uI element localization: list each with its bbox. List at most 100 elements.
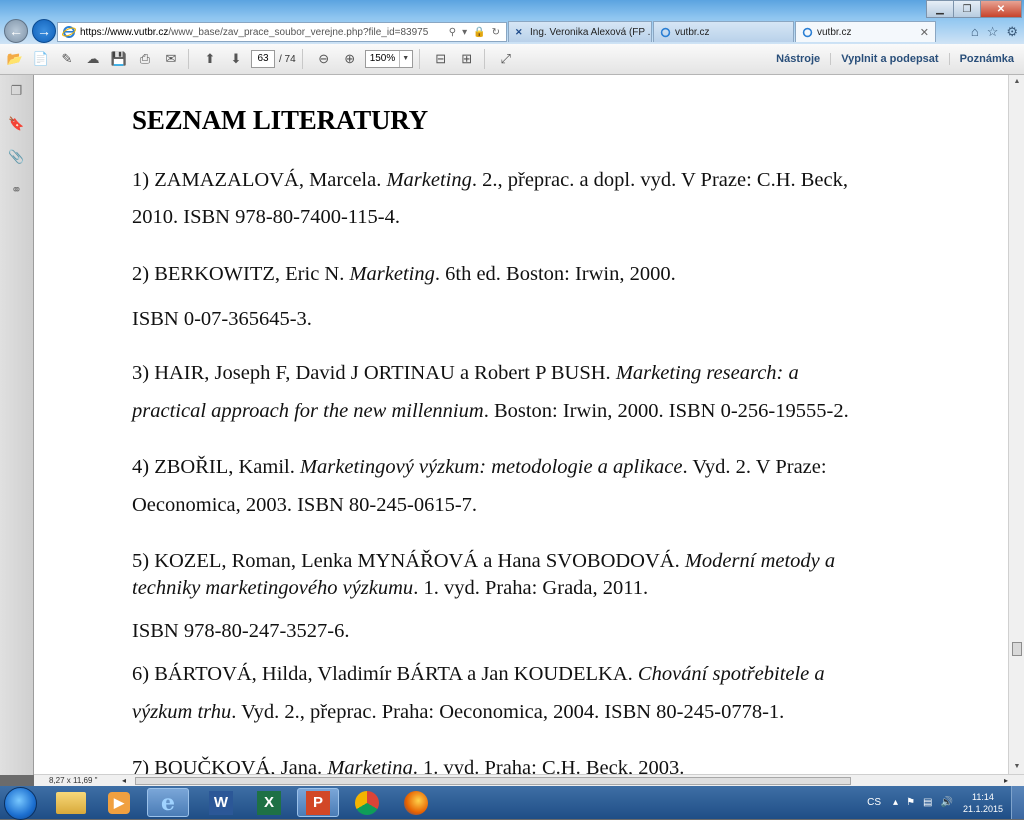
print-icon[interactable]: ⎙ — [134, 48, 156, 70]
vertical-scrollbar[interactable]: ▲ ▼ — [1008, 75, 1024, 774]
reference-title: Marketing — [327, 757, 413, 774]
edit-icon[interactable]: ✎ — [56, 48, 78, 70]
favorites-star-icon[interactable]: ☆ — [987, 24, 999, 40]
excel-taskbar-icon[interactable]: X — [248, 788, 290, 817]
address-bar[interactable]: https://www.vutbr.cz/www_base/zav_prace_… — [57, 22, 507, 42]
search-icon[interactable]: ⚲ — [449, 27, 456, 38]
language-indicator[interactable]: CS — [867, 797, 881, 808]
show-desktop-button[interactable] — [1011, 786, 1024, 819]
tools-button[interactable]: Nástroje — [766, 53, 830, 65]
reference-text: . Vyd. 2., přeprac. Praha: Oeconomica, 2… — [231, 701, 785, 723]
tab-veronika[interactable]: ✕ Ing. Veronika Alexová (FP ... — [508, 21, 652, 42]
page-title: SEZNAM LITERATURY — [132, 105, 428, 135]
dropdown-icon[interactable]: ▾ — [462, 27, 467, 38]
reference-line: 4) ZBOŘIL, Kamil. Marketingový výzkum: m… — [132, 456, 912, 479]
bookmark-icon[interactable]: 🔖 — [7, 114, 27, 134]
reference-line: Oeconomica, 2003. ISBN 80-245-0615-7. — [132, 494, 912, 517]
vertical-scroll-thumb[interactable] — [1012, 642, 1022, 656]
zoom-out-icon[interactable]: ⊖ — [313, 48, 335, 70]
lock-icon[interactable]: 🔒 — [473, 27, 485, 38]
gear-icon[interactable]: ⚙ — [1006, 24, 1018, 40]
chrome-taskbar-icon[interactable] — [346, 788, 388, 817]
save-icon[interactable]: 💾 — [108, 48, 130, 70]
tab-label: vutbr.cz — [817, 26, 852, 38]
comment-button[interactable]: Poznámka — [948, 53, 1024, 65]
show-hidden-icons-icon[interactable]: ▴ — [893, 797, 898, 808]
page-number-input[interactable]: 63 — [251, 50, 275, 68]
attachment-icon[interactable]: 📎 — [7, 147, 27, 167]
reference-title: Marketing — [386, 169, 472, 191]
reference-title: Marketing research: a — [615, 362, 799, 384]
next-page-icon[interactable]: ⬇ — [225, 48, 247, 70]
ie-icon — [62, 26, 76, 38]
reference-text: 2) BERKOWITZ, Eric N. — [132, 263, 350, 285]
ie-icon — [802, 27, 813, 37]
reference-text: 5) KOZEL, Roman, Lenka MYNÁŘOVÁ a Hana S… — [132, 550, 685, 572]
pdf-toolbar: 📂 📄 ✎ ☁ 💾 ⎙ ✉ ⬆ ⬇ 63 / 74 ⊖ ⊕ 150% ▼ ⊟ ⊞ … — [0, 44, 1024, 75]
firefox-taskbar-icon[interactable] — [395, 788, 437, 817]
reference-line: 5) KOZEL, Roman, Lenka MYNÁŘOVÁ a Hana S… — [132, 550, 912, 573]
reference-text: . Vyd. 2. V Praze: — [682, 456, 827, 478]
browser-chrome: ▁ ❐ ✕ ← → https://www.vutbr.cz/www_base/… — [0, 0, 1024, 44]
reference-text: . 1. vyd. Praha: C.H. Beck, 2003. — [412, 757, 685, 774]
reference-title: practical approach for the new millenniu… — [132, 400, 484, 422]
scroll-down-icon[interactable]: ▼ — [1009, 760, 1024, 774]
tab-vutbr-1[interactable]: vutbr.cz — [653, 21, 794, 42]
create-pdf-icon[interactable]: 📂 — [4, 48, 26, 70]
reference-text: 2010. ISBN 978-80-7400-115-4. — [132, 206, 401, 228]
fill-sign-button[interactable]: Vyplnit a podepsat — [830, 53, 948, 65]
reference-line: 3) HAIR, Joseph F, David J ORTINAU a Rob… — [132, 362, 912, 385]
address-url: https://www.vutbr.cz/www_base/zav_prace_… — [80, 26, 429, 38]
ie-icon — [660, 27, 671, 37]
reference-text: 4) ZBOŘIL, Kamil. — [132, 456, 300, 478]
reference-line: 7) BOUČKOVÁ, Jana. Marketing. 1. vyd. Pr… — [132, 757, 912, 774]
previous-page-icon[interactable]: ⬆ — [199, 48, 221, 70]
reference-text: 1) ZAMAZALOVÁ, Marcela. — [132, 169, 387, 191]
fullscreen-icon[interactable]: ⤢ — [495, 48, 517, 70]
zoom-select[interactable]: 150% ▼ — [364, 50, 413, 68]
chevron-down-icon: ▼ — [398, 51, 412, 67]
fit-width-icon[interactable]: ⊞ — [456, 48, 478, 70]
fit-page-icon[interactable]: ⊟ — [430, 48, 452, 70]
reference-title: Chování spotřebitele a — [637, 663, 825, 685]
word-taskbar-icon[interactable]: W — [200, 788, 242, 817]
network-icon[interactable]: ▤ — [923, 797, 932, 808]
reference-title: Moderní metody a — [684, 550, 836, 572]
tab-vutbr-2[interactable]: vutbr.cz ✕ — [795, 21, 936, 42]
reference-text: 7) BOUČKOVÁ, Jana. — [132, 757, 328, 774]
window-controls: ▁ ❐ ✕ — [926, 0, 1022, 18]
site-icon: ✕ — [515, 26, 523, 37]
restore-button[interactable]: ❐ — [953, 0, 981, 18]
ie-taskbar-icon[interactable]: e — [147, 788, 189, 817]
back-button[interactable]: ← — [4, 19, 28, 43]
binoculars-icon[interactable]: ⚭ — [7, 180, 27, 200]
powerpoint-taskbar-icon[interactable]: P — [297, 788, 339, 817]
clock[interactable]: 11:14 21.1.2015 — [963, 791, 1003, 815]
close-window-button[interactable]: ✕ — [980, 0, 1022, 18]
page-thumbnails-icon[interactable]: ❐ — [7, 81, 27, 101]
export-pdf-icon[interactable]: 📄 — [30, 48, 52, 70]
close-tab-icon[interactable]: ✕ — [920, 26, 929, 39]
zoom-in-icon[interactable]: ⊕ — [339, 48, 361, 70]
explorer-taskbar-icon[interactable] — [50, 788, 92, 817]
taskbar: ▶ e W X P CS ▴ ⚑ ▤ 🔊 11:14 21.1.2015 — [0, 786, 1024, 820]
share-icon[interactable]: ☁ — [82, 48, 104, 70]
start-button[interactable] — [4, 787, 37, 820]
horizontal-scroll-thumb[interactable] — [135, 777, 851, 785]
minimize-button[interactable]: ▁ — [926, 0, 954, 18]
reference-text: . Boston: Irwin, 2000. ISBN 0-256-19555-… — [483, 400, 849, 422]
media-player-taskbar-icon[interactable]: ▶ — [98, 788, 140, 817]
scroll-up-icon[interactable]: ▲ — [1009, 75, 1024, 89]
flag-icon[interactable]: ⚑ — [906, 797, 915, 808]
reference-text: . 6th ed. Boston: Irwin, 2000. — [434, 263, 676, 285]
reference-title: Marketingový výzkum: metodologie a aplik… — [299, 456, 683, 478]
forward-button[interactable]: → — [32, 19, 56, 43]
volume-icon[interactable]: 🔊 — [941, 797, 953, 808]
reference-text: ISBN 978-80-247-3527-6. — [132, 620, 350, 642]
reference-line: practical approach for the new millenniu… — [132, 400, 912, 423]
arrow-left-icon: ← — [9, 23, 23, 39]
home-icon[interactable]: ⌂ — [971, 24, 979, 40]
tab-label: vutbr.cz — [675, 26, 710, 38]
refresh-icon[interactable]: ↻ — [492, 27, 500, 38]
mail-icon[interactable]: ✉ — [160, 48, 182, 70]
